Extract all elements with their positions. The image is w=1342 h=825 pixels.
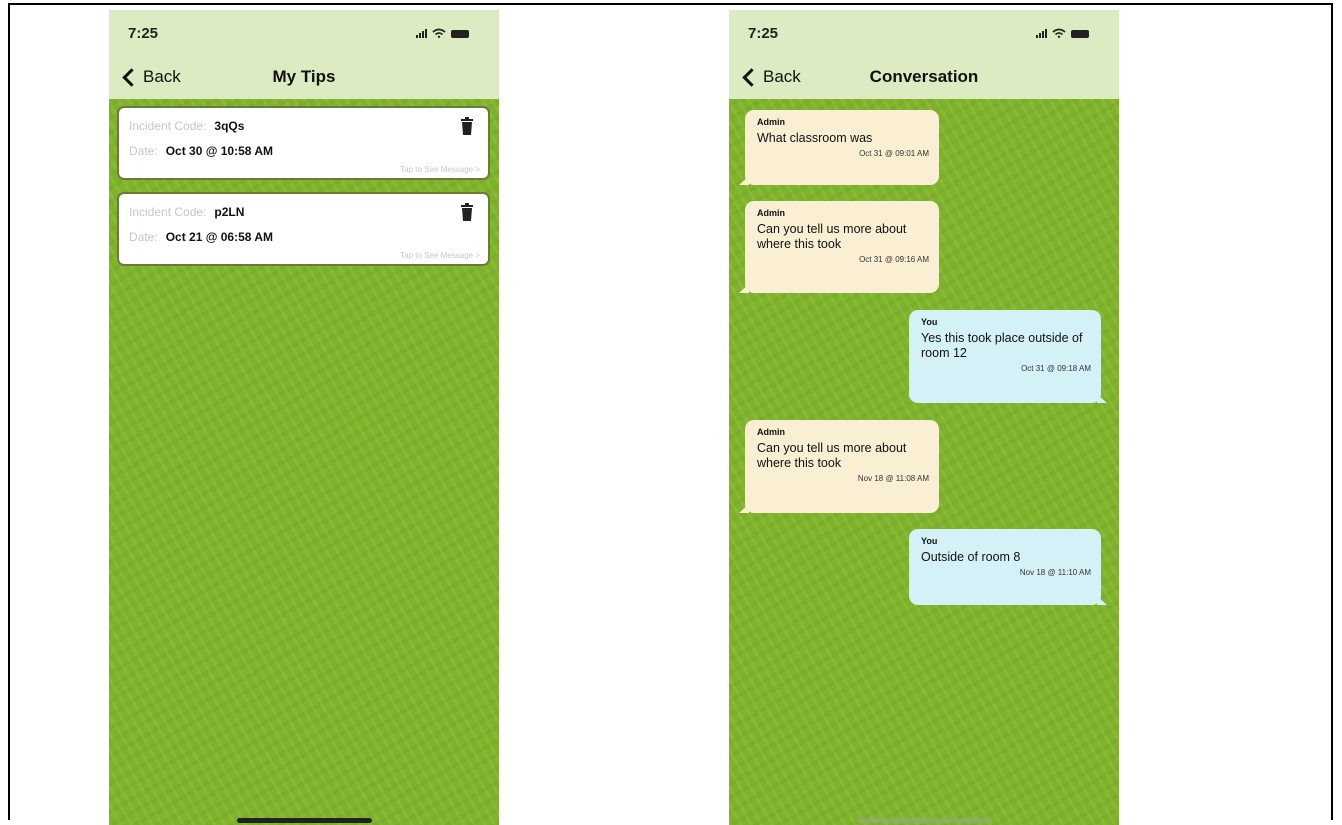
message-sender: Admin xyxy=(757,117,785,127)
message-timestamp: Nov 18 @ 11:08 AM xyxy=(857,474,929,483)
tap-hint: Tap to See Message > xyxy=(400,165,480,174)
message-sender: You xyxy=(921,317,938,327)
my-tips-screen: 7:25 Back My Tips Incident Code: 3qQs Da… xyxy=(109,10,499,825)
home-indicator[interactable] xyxy=(237,818,372,823)
status-time: 7:25 xyxy=(748,25,779,42)
message-text: Can you tell us more about where this to… xyxy=(757,222,907,251)
date-row: Date: Oct 30 @ 10:58 AM xyxy=(129,144,273,158)
message-bubble-you: You Outside of room 8 Nov 18 @ 11:10 AM xyxy=(909,529,1107,605)
trash-icon[interactable] xyxy=(460,203,474,221)
date-row: Date: Oct 21 @ 06:58 AM xyxy=(129,230,273,244)
message-timestamp: Oct 31 @ 09:18 AM xyxy=(1021,364,1091,373)
incident-code-label: Incident Code: xyxy=(129,205,207,219)
signal-icon xyxy=(1036,28,1047,38)
conversation-screen: 7:25 Back Conversation Admin What classr… xyxy=(729,10,1119,825)
date-label: Date: xyxy=(129,230,158,244)
battery-icon xyxy=(1071,30,1089,38)
wifi-icon xyxy=(1052,28,1066,38)
signal-icon xyxy=(416,28,427,38)
top-bar: 7:25 Back Conversation xyxy=(729,10,1119,99)
message-sender: You xyxy=(921,536,938,546)
top-bar: 7:25 Back My Tips xyxy=(109,10,499,99)
battery-icon xyxy=(451,30,469,38)
message-thread: Admin What classroom was Oct 31 @ 09:01 … xyxy=(729,99,1119,825)
page-title: My Tips xyxy=(272,67,336,86)
status-time: 7:25 xyxy=(128,25,159,42)
message-sender: Admin xyxy=(757,208,785,218)
wifi-icon xyxy=(432,28,446,38)
tap-hint: Tap to See Message > xyxy=(400,251,480,260)
date-value: Oct 21 @ 06:58 AM xyxy=(165,230,273,244)
trash-icon[interactable] xyxy=(460,117,474,135)
message-bubble-admin: Admin Can you tell us more about where t… xyxy=(739,201,939,293)
incident-code-label: Incident Code: xyxy=(129,119,207,133)
status-icons xyxy=(416,28,469,38)
message-bubble-admin: Admin Can you tell us more about where t… xyxy=(739,420,939,513)
tip-card[interactable]: Incident Code: p2LN Date: Oct 21 @ 06:58… xyxy=(117,192,490,266)
date-label: Date: xyxy=(129,144,158,158)
message-timestamp: Oct 31 @ 09:16 AM xyxy=(859,255,929,264)
message-text: Yes this took place outside of room 12 xyxy=(921,331,1083,360)
message-timestamp: Nov 18 @ 11:10 AM xyxy=(1019,568,1091,577)
message-text: What classroom was xyxy=(757,131,873,145)
message-text: Outside of room 8 xyxy=(921,550,1021,564)
message-timestamp: Oct 31 @ 09:01 AM xyxy=(859,149,929,158)
message-bubble-you: You Yes this took place outside of room … xyxy=(909,310,1107,403)
home-indicator[interactable] xyxy=(857,818,992,823)
status-icons xyxy=(1036,28,1089,38)
message-bubble-admin: Admin What classroom was Oct 31 @ 09:01 … xyxy=(739,110,939,185)
date-value: Oct 30 @ 10:58 AM xyxy=(165,144,273,158)
message-text: Can you tell us more about where this to… xyxy=(757,441,907,470)
message-sender: Admin xyxy=(757,427,785,437)
incident-code-row: Incident Code: 3qQs xyxy=(129,119,244,133)
tips-list: Incident Code: 3qQs Date: Oct 30 @ 10:58… xyxy=(109,99,499,825)
incident-code-value: 3qQs xyxy=(214,119,245,133)
incident-code-row: Incident Code: p2LN xyxy=(129,205,244,219)
screenshot-frame: 7:25 Back My Tips Incident Code: 3qQs Da… xyxy=(8,3,1333,825)
tip-card[interactable]: Incident Code: 3qQs Date: Oct 30 @ 10:58… xyxy=(117,106,490,180)
incident-code-value: p2LN xyxy=(214,205,245,219)
page-title: Conversation xyxy=(869,67,979,86)
